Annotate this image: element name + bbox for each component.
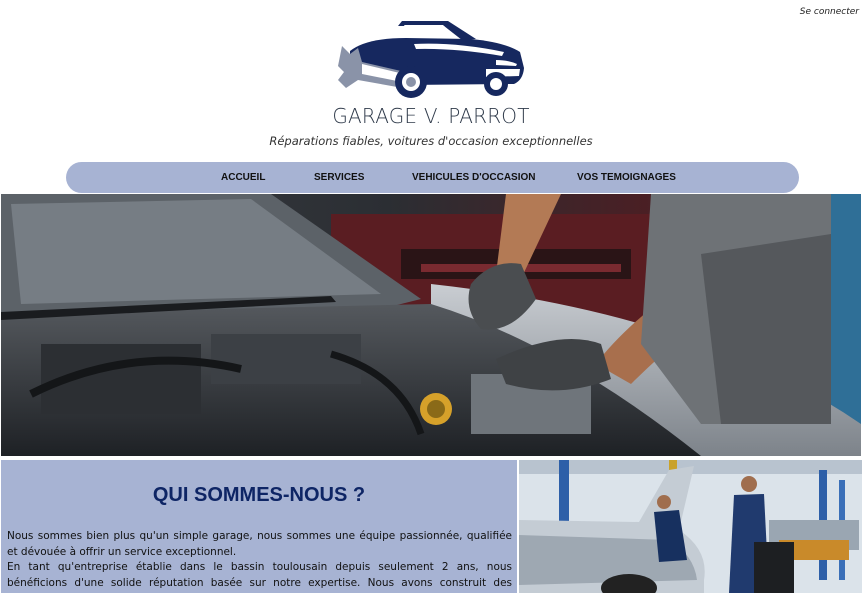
nav-item-vehicules[interactable]: VEHICULES D'OCCASION — [412, 162, 536, 194]
nav-item-accueil[interactable]: ACCUEIL — [221, 162, 265, 194]
tagline: Réparations fiables, voitures d'occasion… — [269, 134, 593, 148]
about-paragraph-2: En tant qu'entreprise établie dans le ba… — [7, 561, 512, 593]
nav-item-temoignages[interactable]: VOS TEMOIGNAGES — [577, 162, 676, 194]
brand-name: GARAGE V. PARROT — [332, 104, 530, 128]
about-section: QUI SOMMES-NOUS ? Nous sommes bien plus … — [1, 460, 517, 593]
about-paragraph-1: Nous sommes bien plus qu'un simple garag… — [7, 530, 512, 558]
hero-image — [1, 194, 861, 456]
workshop-image — [519, 460, 862, 593]
nav-item-services[interactable]: SERVICES — [314, 162, 364, 194]
main-nav: ACCUEIL SERVICES VEHICULES D'OCCASION VO… — [66, 162, 799, 193]
about-title: QUI SOMMES-NOUS ? — [152, 484, 366, 506]
car-wrench-logo-icon[interactable] — [336, 18, 526, 100]
login-link[interactable]: Se connecter — [800, 7, 859, 17]
